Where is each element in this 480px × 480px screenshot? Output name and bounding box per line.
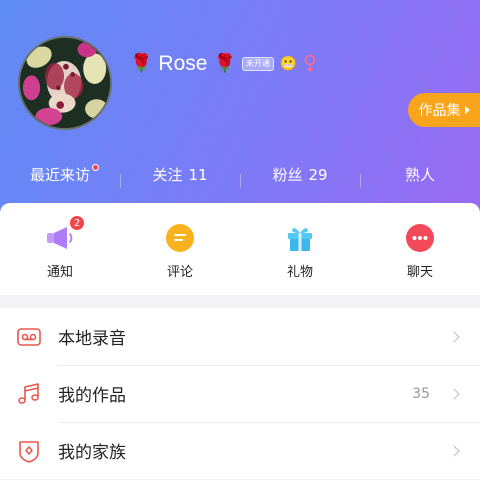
stat-followers[interactable]: 粉丝 29: [240, 164, 360, 188]
shield-icon: [19, 440, 39, 463]
quick-actions: 2 通知 评论 礼物 聊天: [0, 203, 480, 295]
chat-icon: [405, 223, 435, 253]
profile-header: 🌹 Rose 🌹 未开通 😬 作品集 最近来访 关注 11 粉丝 29 熟人: [0, 0, 480, 222]
notification-count-badge: 2: [69, 215, 85, 231]
stat-acquaintances[interactable]: 熟人: [360, 164, 480, 188]
rose-icon: 🌹: [213, 53, 236, 74]
action-comments[interactable]: 评论: [120, 203, 240, 295]
action-label: 评论: [166, 265, 193, 280]
stat-value: 11: [188, 165, 208, 184]
menu-label: 本地录音: [58, 329, 126, 349]
action-label: 聊天: [406, 265, 433, 280]
action-chat[interactable]: 聊天: [360, 203, 480, 295]
menu-list: 本地录音 我的作品 35 我的家族: [0, 308, 480, 479]
chevron-right-icon: [448, 444, 460, 457]
action-gifts[interactable]: 礼物: [240, 203, 360, 295]
music-note-icon: [18, 382, 39, 404]
action-label: 通知: [46, 265, 73, 280]
username: Rose: [158, 52, 208, 75]
stat-label: 最近来访: [29, 165, 90, 184]
chevron-right-icon: [448, 387, 460, 400]
works-count: 35: [412, 385, 430, 402]
avatar[interactable]: [18, 36, 112, 130]
rose-icon: 🌹: [130, 53, 153, 74]
comment-icon: [165, 223, 195, 253]
stat-label: 关注: [152, 165, 183, 184]
username-row: 🌹 Rose 🌹 未开通 😬: [130, 50, 317, 78]
menu-label: 我的作品: [58, 386, 126, 406]
female-icon: [305, 54, 316, 72]
stats-bar: 最近来访 关注 11 粉丝 29 熟人: [0, 156, 480, 192]
chevron-right-icon: [448, 330, 460, 343]
stat-following[interactable]: 关注 11: [120, 164, 240, 188]
face-icon: 😬: [279, 56, 298, 72]
orchid-photo: [20, 38, 110, 128]
menu-item-local-recordings[interactable]: 本地录音: [0, 308, 480, 365]
menu-label: 我的家族: [58, 443, 126, 463]
stat-label: 粉丝: [272, 165, 303, 184]
membership-badge[interactable]: 未开通: [241, 57, 274, 71]
stat-recent-visitors[interactable]: 最近来访: [0, 163, 120, 185]
works-button-label: 作品集: [418, 103, 461, 119]
gift-icon: [285, 223, 315, 253]
works-collection-button[interactable]: 作品集: [408, 93, 480, 127]
stat-label: 熟人: [404, 165, 435, 184]
arrow-right-icon: [464, 106, 470, 114]
action-notifications[interactable]: 2 通知: [0, 203, 120, 295]
action-label: 礼物: [286, 265, 313, 280]
menu-item-my-family[interactable]: 我的家族: [0, 422, 480, 479]
megaphone-icon: 2: [45, 215, 85, 253]
menu-item-my-works[interactable]: 我的作品 35: [0, 365, 480, 422]
cassette-icon: [17, 327, 41, 346]
stat-value: 29: [308, 165, 328, 184]
new-dot: [92, 163, 99, 171]
